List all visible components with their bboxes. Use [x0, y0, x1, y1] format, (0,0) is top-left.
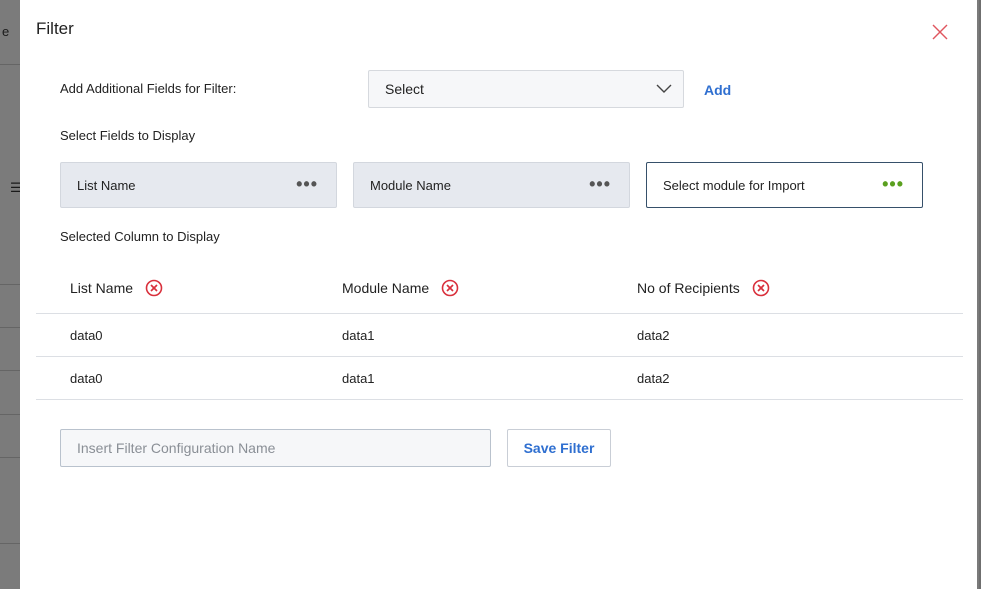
column-header-label: List Name — [70, 280, 134, 296]
field-card-select-module[interactable]: Select module for Import ••• — [646, 162, 923, 208]
field-card-label: List Name — [77, 177, 136, 193]
table-cell: data0 — [70, 328, 103, 343]
close-icon[interactable] — [930, 22, 950, 42]
chevron-down-icon — [656, 84, 672, 93]
field-card-list-name[interactable]: List Name ••• — [60, 162, 337, 208]
table-cell: data1 — [342, 328, 375, 343]
more-horizontal-icon[interactable]: ••• — [882, 175, 904, 193]
remove-column-icon[interactable] — [145, 279, 163, 297]
background-divider — [0, 457, 20, 458]
table-divider — [36, 399, 963, 400]
table-cell: data2 — [637, 371, 670, 386]
column-header-label: No of Recipients — [637, 280, 740, 296]
column-header-label: Module Name — [342, 280, 430, 296]
dialog-title: Filter — [36, 19, 74, 38]
column-header-list-name: List Name — [70, 279, 163, 297]
selected-columns-label: Selected Column to Display — [60, 229, 220, 244]
field-card-module-name[interactable]: Module Name ••• — [353, 162, 630, 208]
remove-column-icon[interactable] — [752, 279, 770, 297]
background-divider — [0, 543, 20, 544]
background-divider — [0, 284, 20, 285]
table-divider — [36, 313, 963, 314]
field-card-label: Module Name — [370, 177, 451, 193]
table-cell: data1 — [342, 371, 375, 386]
background-divider — [0, 370, 20, 371]
more-horizontal-icon[interactable]: ••• — [296, 175, 318, 193]
dialog-edge — [977, 0, 979, 589]
background-divider — [0, 64, 20, 65]
table-divider — [36, 356, 963, 357]
background-partial-text: e — [2, 24, 10, 39]
filter-dialog: Filter Add Additional Fields for Filter:… — [20, 0, 979, 589]
remove-column-icon[interactable] — [441, 279, 459, 297]
background-page: e ☰ — [0, 0, 22, 589]
filter-name-input[interactable] — [60, 429, 491, 467]
column-header-module-name: Module Name — [342, 279, 459, 297]
display-fields-label: Select Fields to Display — [60, 128, 196, 143]
select-value: Select — [385, 81, 424, 97]
column-header-recipients: No of Recipients — [637, 279, 770, 297]
additional-fields-label: Add Additional Fields for Filter: — [60, 81, 237, 96]
background-divider — [0, 327, 20, 328]
more-horizontal-icon[interactable]: ••• — [589, 175, 611, 193]
additional-field-select[interactable]: Select — [368, 70, 684, 108]
add-field-button[interactable]: Add — [704, 82, 731, 98]
background-divider — [0, 414, 20, 415]
table-cell: data2 — [637, 328, 670, 343]
field-card-label: Select module for Import — [663, 177, 805, 193]
save-filter-button[interactable]: Save Filter — [507, 429, 611, 467]
table-cell: data0 — [70, 371, 103, 386]
